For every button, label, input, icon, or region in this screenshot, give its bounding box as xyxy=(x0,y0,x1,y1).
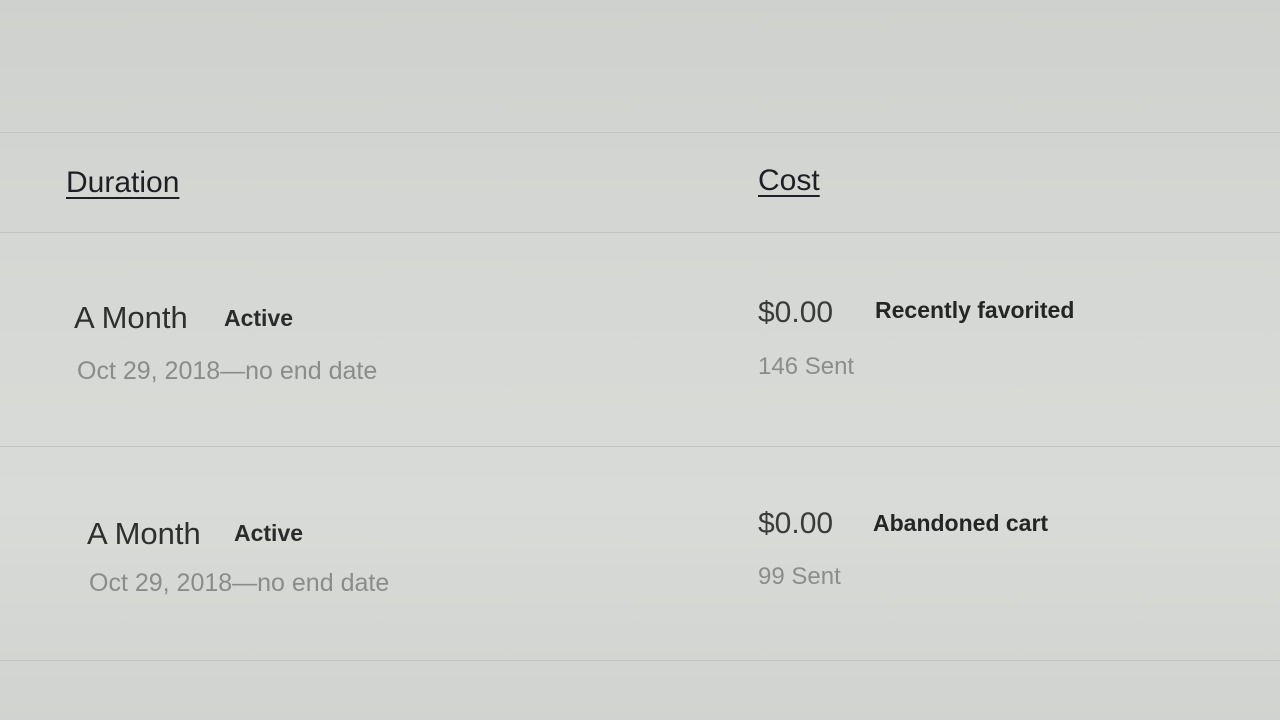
cost-column-header[interactable]: Cost xyxy=(758,164,820,198)
row-divider xyxy=(0,446,1280,447)
duration-label: A Month xyxy=(87,516,201,551)
cost-value: $0.00 xyxy=(758,296,834,329)
sent-count: 146 Sent xyxy=(758,353,855,380)
bottom-divider xyxy=(0,660,1280,661)
status-badge: Active xyxy=(234,520,304,546)
sale-type-label: Recently favorited xyxy=(875,297,1075,323)
date-range: Oct 29, 2018—no end date xyxy=(77,357,378,385)
duration-column-header[interactable]: Duration xyxy=(66,166,179,200)
date-range: Oct 29, 2018—no end date xyxy=(89,569,390,597)
duration-label: A Month xyxy=(74,300,188,335)
header-divider xyxy=(0,232,1280,233)
cost-value: $0.00 xyxy=(758,507,834,540)
top-divider xyxy=(0,132,1280,133)
sales-table: Duration Cost A Month Active Oct 29, 201… xyxy=(0,0,1280,720)
sale-type-label: Abandoned cart xyxy=(873,510,1049,536)
status-badge: Active xyxy=(224,305,294,331)
sent-count: 99 Sent xyxy=(758,563,841,590)
